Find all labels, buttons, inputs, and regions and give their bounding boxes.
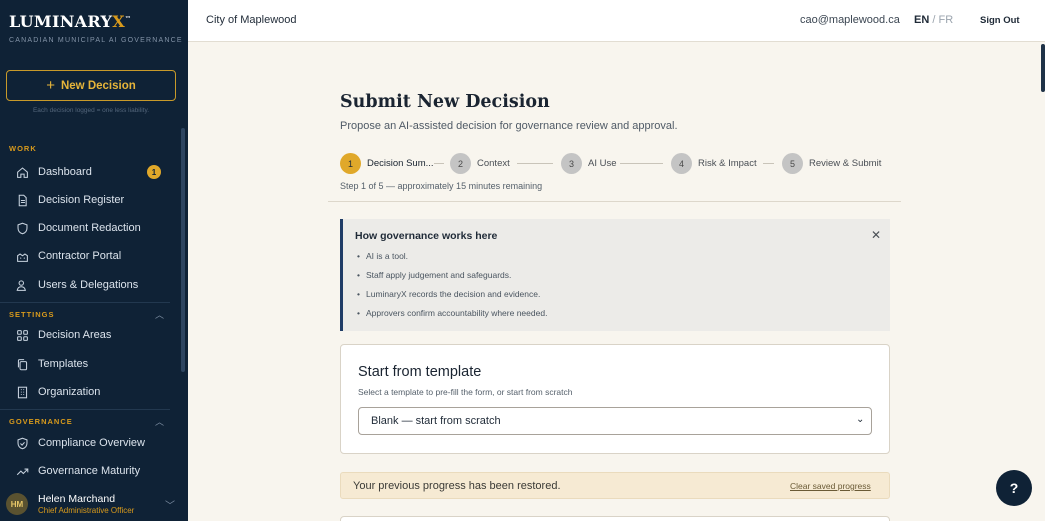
governance-info-callout: How governance works here ✕ • AI is a too… <box>340 219 890 331</box>
sidebar-item-organization[interactable]: Organization <box>0 379 170 405</box>
office-icon <box>15 385 29 399</box>
step-connector <box>517 163 553 164</box>
sidebar-scrollbar[interactable] <box>181 128 185 372</box>
sidebar-item-label: Contractor Portal <box>38 250 122 262</box>
collapse-settings-chevron-icon[interactable]: ︿ <box>155 308 164 321</box>
user-name: Helen Marchand <box>38 493 116 505</box>
step-progress-text: Step 1 of 5 — approximately 15 minutes r… <box>340 181 543 191</box>
avatar: HM <box>6 493 28 515</box>
sidebar-item-governance-maturity[interactable]: Governance Maturity <box>0 458 170 484</box>
step-connector <box>434 163 444 164</box>
sidebar-tagline: Each decision logged = one less liabilit… <box>32 107 150 114</box>
users-icon <box>15 278 29 292</box>
step-4-label[interactable]: Risk & Impact <box>698 158 757 169</box>
page-scrollbar[interactable] <box>1041 44 1045 92</box>
template-title: Start from template <box>358 364 482 380</box>
sidebar-item-label: Governance Maturity <box>38 465 141 477</box>
step-connector <box>620 163 663 164</box>
page-subtitle: Propose an AI-assisted decision for gove… <box>340 120 678 132</box>
sidebar-item-users-delegations[interactable]: Users & Delegations <box>0 272 170 298</box>
step-2-indicator[interactable]: 2 <box>450 153 471 174</box>
grid-icon <box>15 328 29 342</box>
step-connector <box>763 163 774 164</box>
section-work: WORK <box>9 144 37 153</box>
sidebar-item-decision-register[interactable]: Decision Register <box>0 187 170 213</box>
user-email: cao@maplewood.ca <box>800 14 900 26</box>
chevron-down-icon: ﹀ <box>165 501 175 512</box>
brand-name: LUMINARYX™ <box>9 12 132 31</box>
sidebar-item-label: Decision Areas <box>38 329 112 341</box>
shield-check-icon <box>15 436 29 450</box>
user-menu[interactable]: HM Helen Marchand Chief Administrative O… <box>0 487 188 521</box>
sidebar-item-label: Templates <box>38 358 89 370</box>
next-section-card <box>340 516 890 521</box>
step-5-label[interactable]: Review & Submit <box>809 158 881 169</box>
clear-saved-progress-link[interactable]: Clear saved progress <box>790 481 871 491</box>
home-icon <box>15 165 29 179</box>
step-5-indicator[interactable]: 5 <box>782 153 803 174</box>
chevron-down-icon: ⌄ <box>856 414 865 425</box>
sidebar-item-label: Compliance Overview <box>38 437 145 449</box>
sidebar-item-templates[interactable]: Templates <box>0 351 170 377</box>
brand-subtitle: CANADIAN MUNICIPAL AI GOVERNANCE <box>9 37 183 44</box>
brand-logo[interactable]: LUMINARYX™ CANADIAN MUNICIPAL AI GOVERNA… <box>9 12 183 44</box>
lang-en[interactable]: EN <box>914 14 929 26</box>
collapse-governance-chevron-icon[interactable]: ︿ <box>155 415 164 428</box>
sidebar-item-contractor-portal[interactable]: Contractor Portal <box>0 243 170 269</box>
language-switcher: EN / FR <box>914 14 953 26</box>
sidebar-item-label: Organization <box>38 386 101 398</box>
lang-separator: / <box>932 14 936 26</box>
template-selected-value: Blank — start from scratch <box>371 415 501 427</box>
step-2-label[interactable]: Context <box>477 158 510 169</box>
step-4-indicator[interactable]: 4 <box>671 153 692 174</box>
step-1-indicator[interactable]: 1 <box>340 153 361 174</box>
sidebar-item-label: Document Redaction <box>38 222 141 234</box>
info-bullet: • Approvers confirm accountability where … <box>357 308 548 318</box>
building-icon <box>15 249 29 263</box>
section-divider <box>328 201 901 202</box>
copy-icon <box>15 357 29 371</box>
page-title: Submit New Decision <box>340 92 550 112</box>
sidebar-item-compliance-overview[interactable]: Compliance Overview <box>0 430 170 456</box>
trend-icon <box>15 464 29 478</box>
info-bullet: • Staff apply judgement and safeguards. <box>357 270 512 280</box>
shield-icon <box>15 221 29 235</box>
sidebar: LUMINARYX™ CANADIAN MUNICIPAL AI GOVERNA… <box>0 0 188 521</box>
organization-name: City of Maplewood <box>206 14 297 26</box>
plus-icon: + <box>46 77 55 94</box>
top-bar: City of Maplewood cao@maplewood.ca EN / … <box>188 0 1045 42</box>
sidebar-divider <box>0 409 170 410</box>
template-subtitle: Select a template to pre-fill the form, … <box>358 387 573 397</box>
sidebar-item-dashboard[interactable]: Dashboard <box>0 159 170 185</box>
lang-fr[interactable]: FR <box>938 14 953 26</box>
info-bullet: • LuminaryX records the decision and evid… <box>357 289 541 299</box>
new-decision-button[interactable]: + New Decision <box>6 70 176 101</box>
section-governance: GOVERNANCE <box>9 417 73 426</box>
info-title: How governance works here <box>355 230 498 242</box>
sidebar-divider <box>0 302 170 303</box>
sidebar-item-decision-areas[interactable]: Decision Areas <box>0 322 170 348</box>
section-settings: SETTINGS <box>9 310 55 319</box>
step-3-indicator[interactable]: 3 <box>561 153 582 174</box>
sign-out-button[interactable]: Sign Out <box>980 15 1020 26</box>
template-select[interactable]: Blank — start from scratch ⌄ <box>358 407 872 435</box>
sidebar-item-label: Decision Register <box>38 194 125 206</box>
dashboard-count-badge: 1 <box>147 165 161 179</box>
document-icon <box>15 193 29 207</box>
sidebar-item-label: Dashboard <box>38 166 92 178</box>
progress-restored-notice: Your previous progress has been restored… <box>340 472 890 499</box>
sidebar-item-document-redaction[interactable]: Document Redaction <box>0 215 170 241</box>
step-1-label[interactable]: Decision Sum... <box>367 158 434 169</box>
help-button[interactable]: ? <box>996 470 1032 506</box>
new-decision-label: New Decision <box>60 79 136 92</box>
template-card: Start from template Select a template to… <box>340 344 890 454</box>
user-role: Chief Administrative Officer <box>38 506 135 515</box>
step-3-label[interactable]: AI Use <box>588 158 617 169</box>
info-bullet: • AI is a tool. <box>357 251 409 261</box>
restored-message: Your previous progress has been restored… <box>353 480 561 492</box>
close-icon[interactable]: ✕ <box>871 228 881 242</box>
sidebar-item-label: Users & Delegations <box>38 279 139 291</box>
